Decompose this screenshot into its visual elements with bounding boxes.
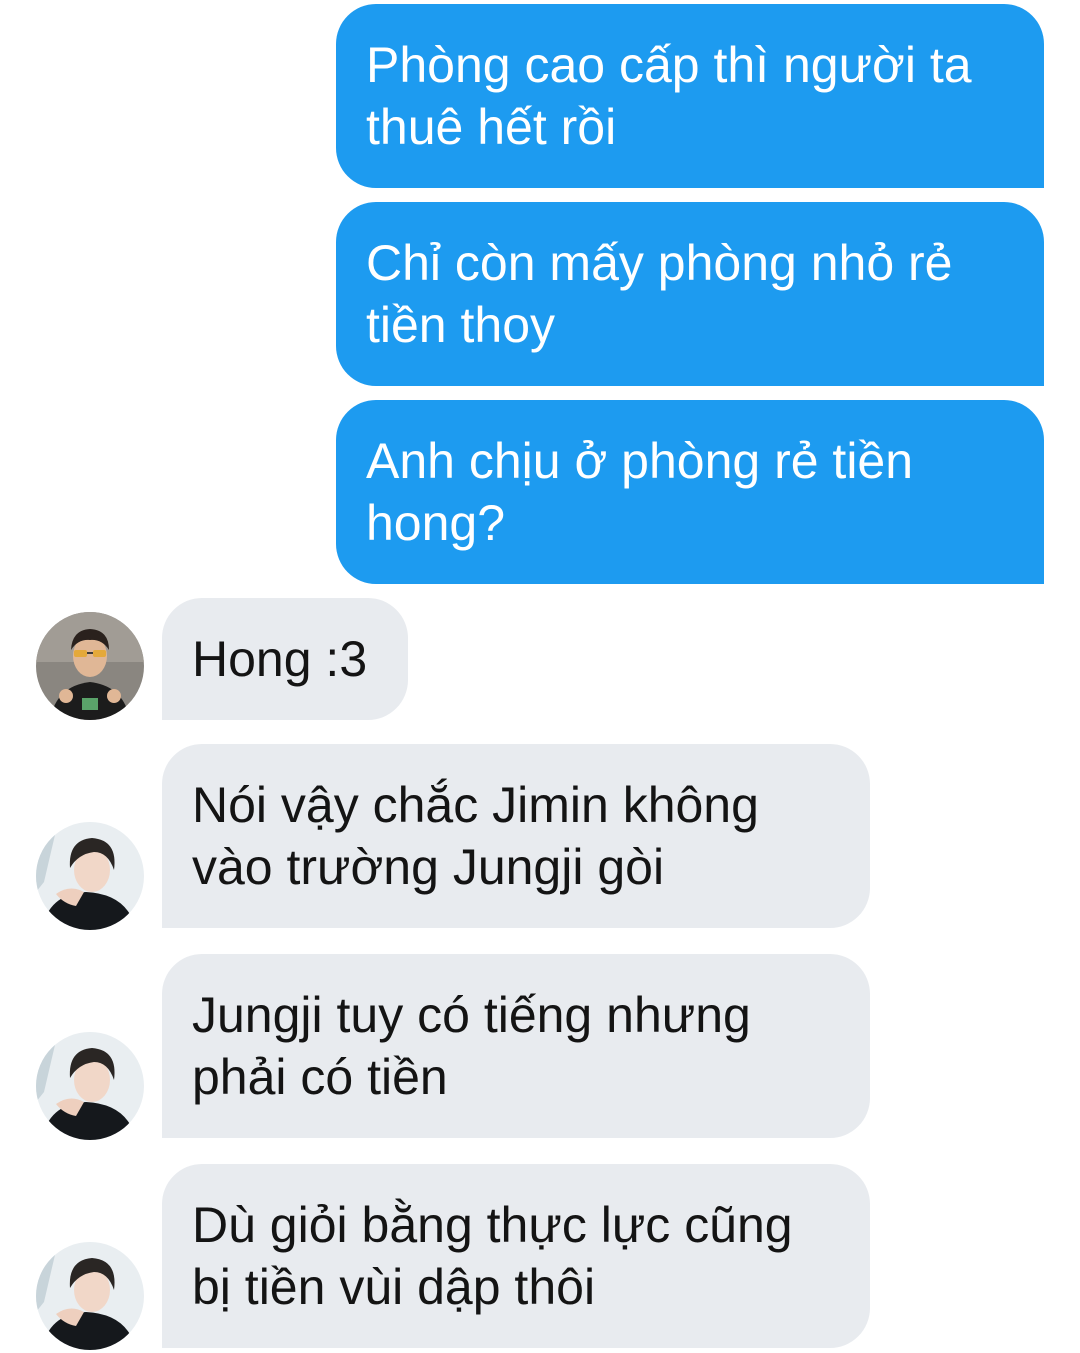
message-text: Chỉ còn mấy phòng nhỏ rẻ tiền thoy: [366, 235, 953, 353]
sent-message-bubble[interactable]: Phòng cao cấp thì người ta thuê hết rồi: [336, 4, 1044, 188]
contact-avatar[interactable]: [36, 1032, 144, 1140]
received-message-bubble[interactable]: Dù giỏi bằng thực lực cũng bị tiền vùi d…: [162, 1164, 870, 1348]
received-message-bubble[interactable]: Hong :3: [162, 598, 408, 720]
received-message-bubble[interactable]: Nói vậy chắc Jimin không vào trường Jung…: [162, 744, 870, 928]
avatar-photo: [36, 1242, 144, 1350]
message-text: Phòng cao cấp thì người ta thuê hết rồi: [366, 37, 972, 155]
message-text: Dù giỏi bằng thực lực cũng bị tiền vùi d…: [192, 1197, 793, 1315]
avatar-photo-glasses: [36, 612, 144, 720]
sent-message-bubble[interactable]: Chỉ còn mấy phòng nhỏ rẻ tiền thoy: [336, 202, 1044, 386]
avatar-photo: [36, 822, 144, 930]
contact-avatar[interactable]: [36, 822, 144, 930]
contact-avatar[interactable]: [36, 612, 144, 720]
message-thread: Phòng cao cấp thì người ta thuê hết rồi …: [0, 0, 1080, 1353]
message-text: Hong :3: [192, 631, 368, 687]
message-text: Anh chịu ở phòng rẻ tiền hong?: [366, 433, 914, 551]
message-text: Jungji tuy có tiếng nhưng phải có tiền: [192, 987, 751, 1105]
avatar-photo: [36, 1032, 144, 1140]
sent-message-bubble[interactable]: Anh chịu ở phòng rẻ tiền hong?: [336, 400, 1044, 584]
message-text: Nói vậy chắc Jimin không vào trường Jung…: [192, 777, 759, 895]
received-message-bubble[interactable]: Jungji tuy có tiếng nhưng phải có tiền: [162, 954, 870, 1138]
contact-avatar[interactable]: [36, 1242, 144, 1350]
